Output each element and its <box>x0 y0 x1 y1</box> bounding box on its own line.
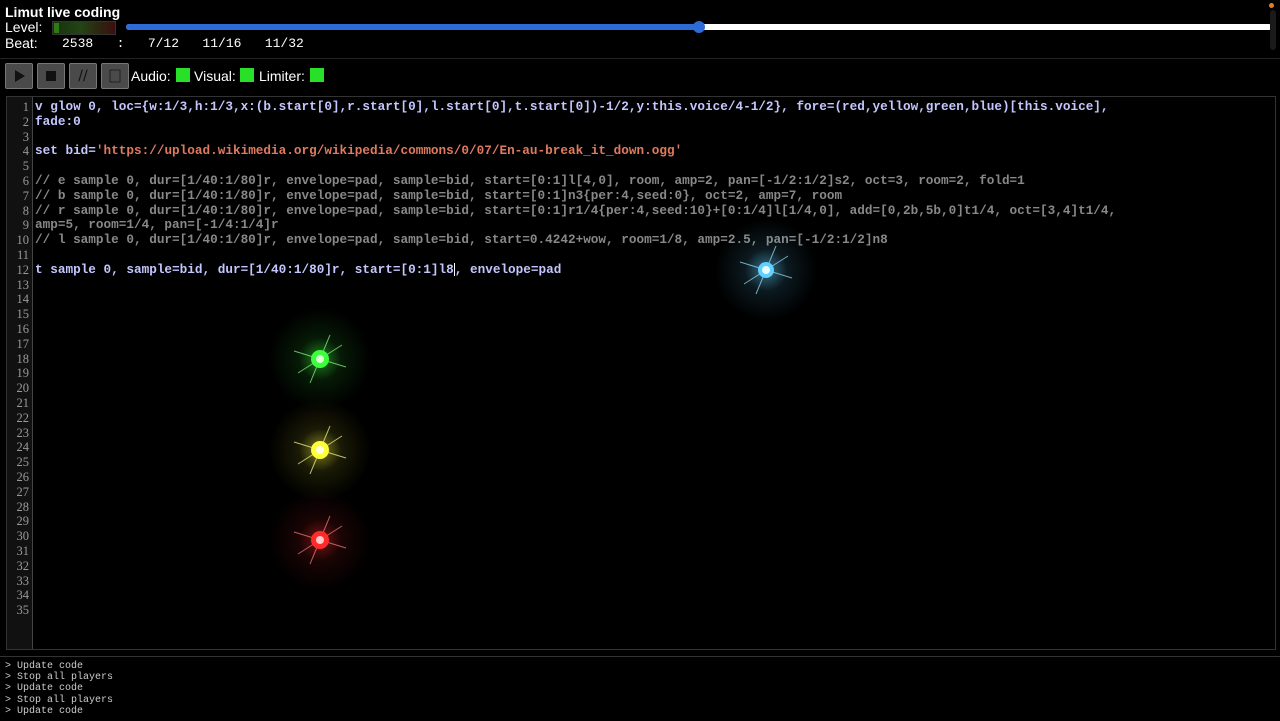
line-number: 21 <box>16 396 30 410</box>
comment-label: // <box>78 68 88 84</box>
line-number: 2 <box>22 114 29 129</box>
line-number: 5 <box>22 159 29 174</box>
line-number: 4 <box>22 144 29 159</box>
code-line-8[interactable]: // l sample 0, dur=[1/40:1/80]r, envelop… <box>35 232 888 248</box>
line-number: 23 <box>16 425 30 440</box>
line-number: 32 <box>16 558 30 573</box>
line-number: 1 <box>22 100 29 114</box>
line-number: 31 <box>16 544 30 558</box>
line-number: 16 <box>16 322 30 336</box>
stop-button[interactable] <box>37 63 65 89</box>
code-line-7-wrap[interactable]: amp=5, room=1/4, pan=[-1/4:1/4]r <box>35 218 279 233</box>
header-scrollbar[interactable] <box>1270 10 1276 50</box>
blank-button[interactable] <box>101 63 129 89</box>
limiter-label: Limiter: <box>259 68 305 84</box>
code-line-10-before-caret: t sample 0, sample=bid, dur=[1/40:1/80]r… <box>35 261 454 277</box>
console-line: > Stop all players <box>5 672 114 684</box>
console-line: > Update code <box>5 705 84 717</box>
line-number: 20 <box>16 381 30 396</box>
line-number: 13 <box>16 277 30 292</box>
line-number: 35 <box>16 603 30 618</box>
line-number: 22 <box>16 410 30 425</box>
visual-label: Visual: <box>194 68 236 84</box>
header: Limut live coding Level: Beat: 2538 : 7/… <box>0 0 1280 56</box>
line-number: 24 <box>16 440 30 455</box>
line-number: 14 <box>16 292 30 307</box>
line-number: 9 <box>22 218 29 233</box>
console-line: > Stop all players <box>5 694 114 706</box>
code-line-1[interactable]: v glow 0, loc={w:1/3,h:1/3,x:(b.start[0]… <box>35 99 1109 115</box>
line-number: 12 <box>16 262 30 277</box>
line-number: 15 <box>16 307 30 322</box>
limiter-status-indicator <box>310 68 324 82</box>
line-number: 30 <box>16 529 30 544</box>
code-line-6[interactable]: // b sample 0, dur=[1/40:1/80]r, envelop… <box>35 188 842 204</box>
stop-icon <box>46 71 56 81</box>
line-number: 8 <box>22 203 29 218</box>
line-number: 10 <box>16 233 30 248</box>
beat-readout: 2538 : 7/12 11/16 11/32 <box>62 36 304 51</box>
line-number: 3 <box>22 129 29 144</box>
code-line-7[interactable]: // r sample 0, dur=[1/40:1/80]r, envelop… <box>35 203 1116 219</box>
beat-progress-thumb[interactable] <box>693 21 705 33</box>
status-dot-icon <box>1269 3 1274 8</box>
code-line-3-keyword: set bid= <box>35 143 96 159</box>
code-line-3-string: 'https://upload.wikimedia.org/wikipedia/… <box>95 143 683 159</box>
console-line: > Update code <box>5 661 84 672</box>
line-number: 33 <box>16 573 30 588</box>
level-meter-fill <box>54 23 59 33</box>
line-number: 17 <box>16 336 30 351</box>
level-label: Level: <box>5 19 43 35</box>
line-number: 26 <box>16 470 30 484</box>
audio-label: Audio: <box>131 68 171 84</box>
square-icon <box>109 69 121 83</box>
code-editor[interactable]: 1 2 3 4 5 6 7 8 9 10 11 12 13 14 15 16 17 18 19 20 21 22 23 24 2… <box>6 96 1276 650</box>
line-number: 18 <box>16 351 30 366</box>
line-number: 19 <box>16 366 30 381</box>
line-number: 11 <box>16 248 29 262</box>
beat-progress-fill <box>126 24 699 30</box>
comment-button[interactable]: // <box>69 63 97 89</box>
code-line-1-wrap[interactable]: fade:0 <box>35 114 81 130</box>
console-log: > Update code > Stop all players > Updat… <box>0 656 1280 721</box>
console-line: > Update code <box>5 683 84 695</box>
code-area[interactable]: v glow 0, loc={w:1/3,h:1/3,x:(b.start[0]… <box>35 97 1265 649</box>
line-number: 6 <box>22 174 29 188</box>
line-number-gutter: 1 2 3 4 5 6 7 8 9 10 11 12 13 14 15 16 17 18 19 20 21 22 23 24 2… <box>7 97 33 649</box>
code-line-10-after-caret: , envelope=pad <box>454 261 562 277</box>
line-number: 27 <box>16 484 30 499</box>
visual-status-indicator <box>240 68 254 82</box>
code-line-3[interactable]: set bid='https://upload.wikimedia.org/wi… <box>35 143 683 159</box>
level-meter <box>52 21 116 35</box>
line-number: 7 <box>22 188 29 203</box>
play-icon <box>15 70 25 82</box>
line-number: 28 <box>16 499 30 514</box>
toolbar: // Audio: Visual: Limiter: <box>0 58 1280 93</box>
play-button[interactable] <box>5 63 33 89</box>
beat-label: Beat: <box>5 35 38 51</box>
line-number: 34 <box>16 588 30 603</box>
code-line-10[interactable]: t sample 0, sample=bid, dur=[1/40:1/80]r… <box>35 261 562 278</box>
line-number: 29 <box>16 514 30 529</box>
code-line-5[interactable]: // e sample 0, dur=[1/40:1/80]r, envelop… <box>35 173 1025 189</box>
app-title: Limut live coding <box>5 4 121 20</box>
audio-status-indicator <box>176 68 190 82</box>
line-number: 25 <box>16 455 30 470</box>
beat-progress-slider[interactable] <box>126 21 1272 33</box>
